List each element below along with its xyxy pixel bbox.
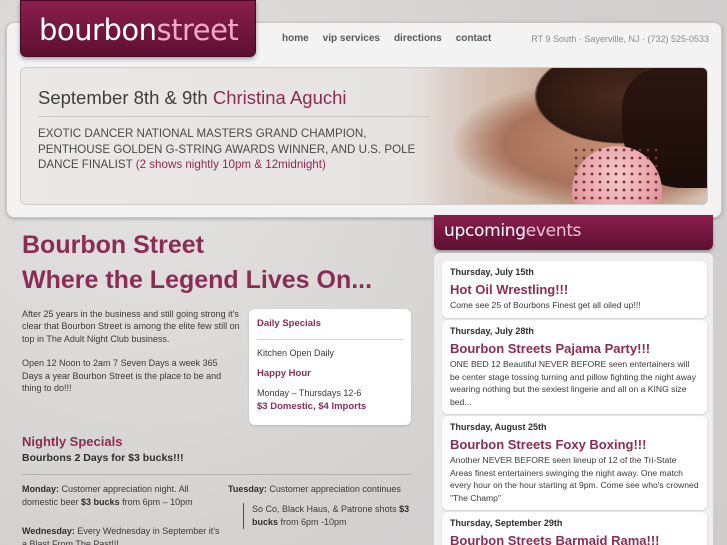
tuesday-time: from 6pm -10pm [280,517,347,527]
monday-label: Monday: [22,484,59,494]
event-date: Thursday, July 15th [450,267,534,277]
event-card[interactable]: Thursday, September 29th Bourbon Streets… [442,512,707,545]
kitchen-open-text: Kitchen Open Daily [257,348,335,358]
event-date: Thursday, August 25th [450,422,547,432]
happy-hour-heading: Happy Hour [257,368,311,379]
nav-vip-services[interactable]: vip services [323,33,380,44]
banner-shows: (2 shows nightly 10pm & 12midnight) [135,158,326,172]
happy-hour-times: Monday – Thursdays 12-6 [257,388,362,398]
event-card[interactable]: Thursday, July 15th Hot Oil Wrestling!!!… [442,261,707,318]
tuesday-special-detail: So Co, Black Haus, & Patrone shots $3 bu… [243,503,413,529]
monday-price: $3 bucks [81,497,120,507]
banner-description: Exotic Dancer National Masters Grand Cha… [38,126,418,173]
monday-special: Monday: Customer appreciation night. All… [22,483,222,509]
wednesday-special: Wednesday: Every Wednesday in September … [22,525,222,545]
tuesday-label: Tuesday: [228,484,267,494]
nav-contact[interactable]: contact [456,33,492,44]
tuesday-special: Tuesday: Customer appreciation continues [228,483,418,496]
event-title[interactable]: Hot Oil Wrestling!!! [450,282,699,297]
photo-garment-shape [572,146,662,204]
banner-title: September 8th & 9th Christina Aguchi [38,87,347,109]
happy-hour-prices: $3 Domestic, $4 Imports [257,401,367,412]
event-description: Another NEVER BEFORE seen lineup of 12 o… [450,455,699,503]
event-card[interactable]: Thursday, August 25th Bourbon Streets Fo… [442,416,707,511]
event-title[interactable]: Bourbon Streets Barmaid Rama!!! [450,533,699,545]
address-text: RT 9 South · Sayerville, NJ · (732) 525-… [531,34,709,44]
event-description: ONE BED 12 Beautiful NEVER BEFORE seen e… [450,359,697,407]
upcoming-events-title: upcomingevents [444,221,582,241]
daily-specials-divider [257,339,403,340]
performer-photo [422,68,707,204]
tuesday-shots-text: So Co, Black Haus, & Patrone shots [252,504,397,514]
featured-banner[interactable]: September 8th & 9th Christina Aguchi Exo… [20,67,708,205]
event-date: Thursday, September 29th [450,518,563,528]
daily-specials-box: Daily Specials Kitchen Open Daily Happy … [249,309,411,425]
main-nav: home vip services directions contact [282,33,491,44]
event-date: Thursday, July 28th [450,326,534,336]
tuesday-text: Customer appreciation continues [269,484,401,494]
wednesday-label: Wednesday: [22,526,75,536]
nightly-specials-heading: Nightly Specials [22,434,123,449]
banner-date: September 8th & 9th [38,87,208,108]
banner-divider [38,116,430,117]
intro-text: After 25 years in the business and still… [22,308,240,394]
page-subtitle: Where the Legend Lives On... [22,266,373,294]
monday-time: from 6pm – 10pm [122,497,193,507]
event-title[interactable]: Bourbon Streets Pajama Party!!! [450,341,699,356]
intro-paragraph-1: After 25 years in the business and still… [22,309,240,344]
nav-home[interactable]: home [282,33,309,44]
site-logo[interactable]: bourbonstreet [20,0,256,57]
banner-performer: Christina Aguchi [212,87,347,108]
event-title[interactable]: Bourbon Streets Foxy Boxing!!! [450,437,699,452]
nav-directions[interactable]: directions [394,33,442,44]
upcoming-events-header: upcomingevents [434,215,713,250]
logo-text: bourbonstreet [39,13,239,47]
event-card[interactable]: Thursday, July 28th Bourbon Streets Paja… [442,320,707,415]
page-title: Bourbon Street [22,231,204,259]
nightly-specials-subheading: Bourbons 2 Days for $3 bucks!!! [22,452,184,464]
nightly-divider [22,474,411,475]
daily-specials-heading: Daily Specials [257,318,321,329]
intro-paragraph-2: Open 12 Noon to 2am 7 Seven Days a week … [22,358,222,394]
event-description: Come see 25 of Bourbons Finest get all o… [450,300,641,310]
